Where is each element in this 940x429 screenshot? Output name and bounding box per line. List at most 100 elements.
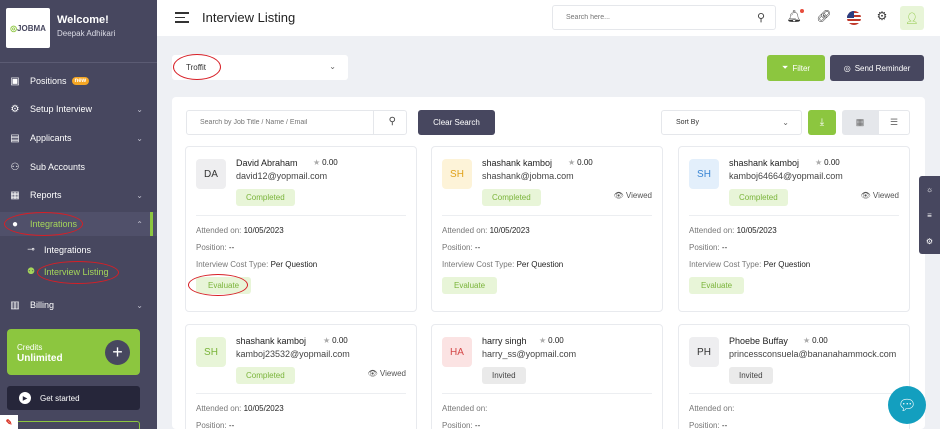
candidate-card[interactable]: SH shashank kamboj ★ 0.00 shashank@jobma.… xyxy=(431,146,663,312)
attended-on: Attended on: 10/05/2023 xyxy=(196,226,284,235)
applicants-icon: ▤ xyxy=(10,132,20,144)
search-icon[interactable]: ⚲ xyxy=(389,116,396,127)
status-badge: Completed xyxy=(236,367,295,384)
status-badge: Completed xyxy=(729,189,788,206)
star-icon: ★ xyxy=(539,336,547,345)
sun-icon[interactable]: ☼ xyxy=(919,176,940,202)
status-badge: Completed xyxy=(236,189,295,206)
position: Position: -- xyxy=(196,243,235,252)
star-icon: ★ xyxy=(815,158,823,167)
candidate-card[interactable]: SH shashank kamboj ★ 0.00 kamboj23532@yop… xyxy=(185,324,417,429)
link-icon[interactable]: 🔗︎ xyxy=(816,9,832,23)
download-button[interactable]: ⤓ xyxy=(808,110,836,135)
search-icon[interactable]: ⚲ xyxy=(757,11,765,24)
positions-icon: ▣ xyxy=(10,75,20,87)
chat-icon[interactable]: 💬︎ xyxy=(888,386,926,424)
clear-search-button[interactable]: Clear Search xyxy=(418,110,495,135)
candidate-card[interactable]: PH Phoebe Buffay ★ 0.00 princessconsuela@… xyxy=(678,324,910,429)
status-badge: Invited xyxy=(482,367,526,384)
send-reminder-button[interactable]: ◎ Send Reminder xyxy=(830,55,924,81)
avatar: HA xyxy=(442,337,472,367)
job-select-value: Troffit xyxy=(186,63,207,72)
rating: ★ 0.00 xyxy=(803,336,828,345)
chevron-down-icon: ⌄ xyxy=(136,104,143,114)
grid-icon: ▦ xyxy=(855,117,865,127)
attended-on: Attended on: 10/05/2023 xyxy=(442,226,530,235)
attended-on: Attended on: xyxy=(442,404,488,413)
list-view-button[interactable]: ☰ xyxy=(878,110,910,135)
evaluate-button[interactable]: Evaluate xyxy=(442,277,498,294)
attended-on: Attended on: 10/05/2023 xyxy=(689,226,777,235)
page-title: Interview Listing xyxy=(202,10,296,25)
user-avatar-icon[interactable]: 👤︎ xyxy=(900,6,924,30)
sidebar: ◎ JOBMA Welcome! Deepak Adhikari ▣ Positi… xyxy=(0,0,157,429)
play-icon: ▶ xyxy=(19,392,31,404)
candidate-name: David Abraham xyxy=(236,158,298,168)
global-search: ⚲ xyxy=(552,5,776,30)
add-credits-icon[interactable]: + xyxy=(105,340,130,365)
credits-value: Unlimited xyxy=(17,353,63,364)
setup-interview-icon: ⚙ xyxy=(10,103,20,115)
gear-icon[interactable]: ⚙ xyxy=(874,9,890,23)
cost-type: Interview Cost Type: Per Question xyxy=(196,260,318,269)
rating: ★ 0.00 xyxy=(568,158,593,167)
list-icon: ☰ xyxy=(889,117,899,127)
sidebar-item-applicants[interactable]: ▤ Applicants ⌄ xyxy=(0,126,157,150)
brand-logo[interactable]: ◎ JOBMA xyxy=(6,8,50,48)
job-select[interactable]: Troffit ⌄ xyxy=(172,55,348,80)
evaluate-button[interactable]: Evaluate xyxy=(689,277,745,294)
grid-view-button[interactable]: ▦ xyxy=(842,110,878,135)
sort-by-select[interactable]: Sort By ⌄ xyxy=(661,110,802,135)
chevron-down-icon: ⌄ xyxy=(136,133,143,143)
us-flag-icon[interactable] xyxy=(847,11,861,25)
chevron-up-icon: ⌃ xyxy=(136,219,143,229)
user-name: Deepak Adhikari xyxy=(57,29,116,38)
eye-icon: 👁︎ xyxy=(860,191,871,200)
get-started-button[interactable]: ▶ Get started xyxy=(7,386,140,410)
credits-label: Credits xyxy=(17,343,43,352)
global-search-input[interactable] xyxy=(553,6,743,29)
candidate-card[interactable]: DA David Abraham ★ 0.00 david12@yopmail.c… xyxy=(185,146,417,312)
rating: ★ 0.00 xyxy=(539,336,564,345)
sidebar-subitem-integrations[interactable]: ⊸ Integrations xyxy=(24,244,91,255)
sidebar-item-sub-accounts[interactable]: ⚇ Sub Accounts xyxy=(0,155,157,179)
active-indicator xyxy=(150,212,153,236)
integrations-icon: ● xyxy=(11,218,19,230)
new-badge: new xyxy=(71,77,90,85)
candidate-card[interactable]: HA harry singh ★ 0.00 harry_ss@yopmail.co… xyxy=(431,324,663,429)
filter-button[interactable]: ⏷ Filter xyxy=(767,55,825,81)
sidebar-item-positions[interactable]: ▣ Positions new xyxy=(0,69,157,93)
avatar: PH xyxy=(689,337,719,367)
avatar: SH xyxy=(442,159,472,189)
app-corner-icon[interactable]: ✎ xyxy=(0,415,18,429)
chevron-down-icon: ⌄ xyxy=(136,190,143,200)
status-badge: Completed xyxy=(482,189,541,206)
sidebar-item-integrations[interactable]: ● Integrations ⌃ xyxy=(0,212,157,236)
attended-on: Attended on: 10/05/2023 xyxy=(196,404,284,413)
menu-icon[interactable] xyxy=(175,12,189,26)
candidate-name: Phoebe Buffay xyxy=(729,336,788,346)
candidate-email: harry_ss@yopmail.com xyxy=(482,349,577,359)
candidate-card[interactable]: SH shashank kamboj ★ 0.00 kamboj64664@yop… xyxy=(678,146,910,312)
sidebar-item-reports[interactable]: ▦ Reports ⌄ xyxy=(0,183,157,207)
align-icon[interactable]: ≡ xyxy=(919,202,940,228)
attended-on: Attended on: xyxy=(689,404,735,413)
reports-icon: ▦ xyxy=(10,189,20,201)
position: Position: -- xyxy=(442,421,481,429)
position: Position: -- xyxy=(689,243,728,252)
chevron-down-icon: ⌄ xyxy=(782,118,789,127)
plug-icon: ⊸ xyxy=(27,244,35,254)
star-icon: ★ xyxy=(313,158,321,167)
candidate-email: david12@yopmail.com xyxy=(236,171,328,181)
rating: ★ 0.00 xyxy=(323,336,348,345)
side-tools: ☼ ≡ ⚙ xyxy=(919,176,940,254)
evaluate-button[interactable]: Evaluate xyxy=(196,277,252,294)
sidebar-item-billing[interactable]: ▥ Billing ⌄ xyxy=(0,293,157,317)
settings-icon[interactable]: ⚙ xyxy=(919,228,940,254)
reminder-icon: ◎ xyxy=(843,63,851,73)
sidebar-subitem-interview-listing[interactable]: ⚉ Interview Listing xyxy=(24,266,109,277)
users-icon: ⚉ xyxy=(26,266,36,276)
viewed-indicator: 👁︎ Viewed xyxy=(613,191,652,200)
sidebar-item-setup-interview[interactable]: ⚙ Setup Interview ⌄ xyxy=(0,97,157,121)
listing-search-input[interactable] xyxy=(187,111,373,134)
